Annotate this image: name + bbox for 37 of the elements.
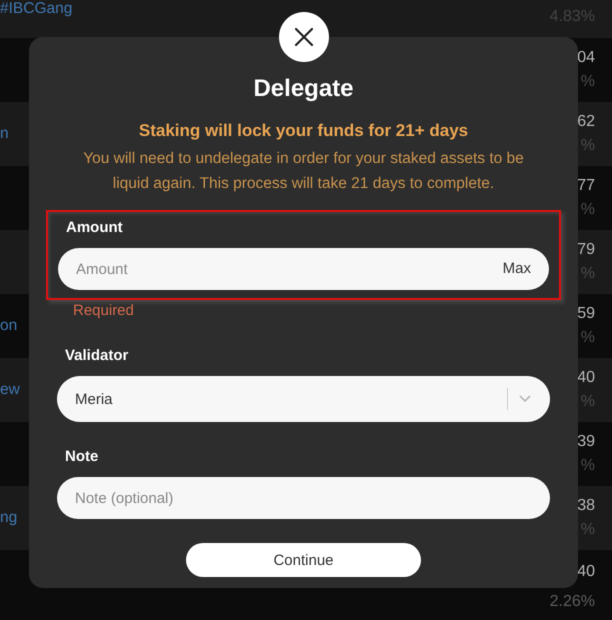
value-text: 40 [577,563,595,581]
close-button[interactable] [279,12,329,62]
percent-text: 2.26% [550,593,595,611]
close-icon [293,26,315,48]
value-text: 39 [577,433,595,451]
percent-text: % [580,201,595,219]
continue-button[interactable]: Continue [186,543,421,577]
description-text: You will need to undelegate in order for your staked assets to be liquid again. This process will take 21 days to complete. [82,149,525,194]
value-text: 40 [577,369,595,387]
value-text: 77 [577,177,595,195]
dialog-title: Delegate [253,75,354,103]
value-text: 79 [577,241,595,259]
name-link[interactable]: n [0,125,9,143]
max-button[interactable]: Max [502,260,531,277]
percent-text: % [580,73,595,91]
chevron-down-icon [518,394,532,404]
name-link[interactable]: on [0,317,18,335]
percent-text: % [580,137,595,155]
warning-text: Staking will lock your funds for 21+ days [138,121,468,141]
field-label: Note [65,448,100,465]
name-link[interactable]: ng [0,509,18,527]
percent-text: % [580,265,595,283]
value-text: 38 [577,497,595,515]
field-label: Amount [66,219,124,236]
percent-text: % [580,521,595,539]
value-text: 62 [577,113,595,131]
value-text: 59 [577,305,595,323]
percent-text: % [580,393,595,411]
name-link[interactable]: ew [0,381,20,399]
field-label: Validator [65,347,130,364]
value-text: 04 [577,49,595,67]
percent-text: % [580,457,595,475]
percent-text: % [580,329,595,347]
note-field[interactable]: Note (optional) [57,477,550,519]
error-text: Required [73,302,134,319]
name-link[interactable]: #IBCGang [0,0,72,18]
validator-select[interactable]: Meria [57,376,550,422]
